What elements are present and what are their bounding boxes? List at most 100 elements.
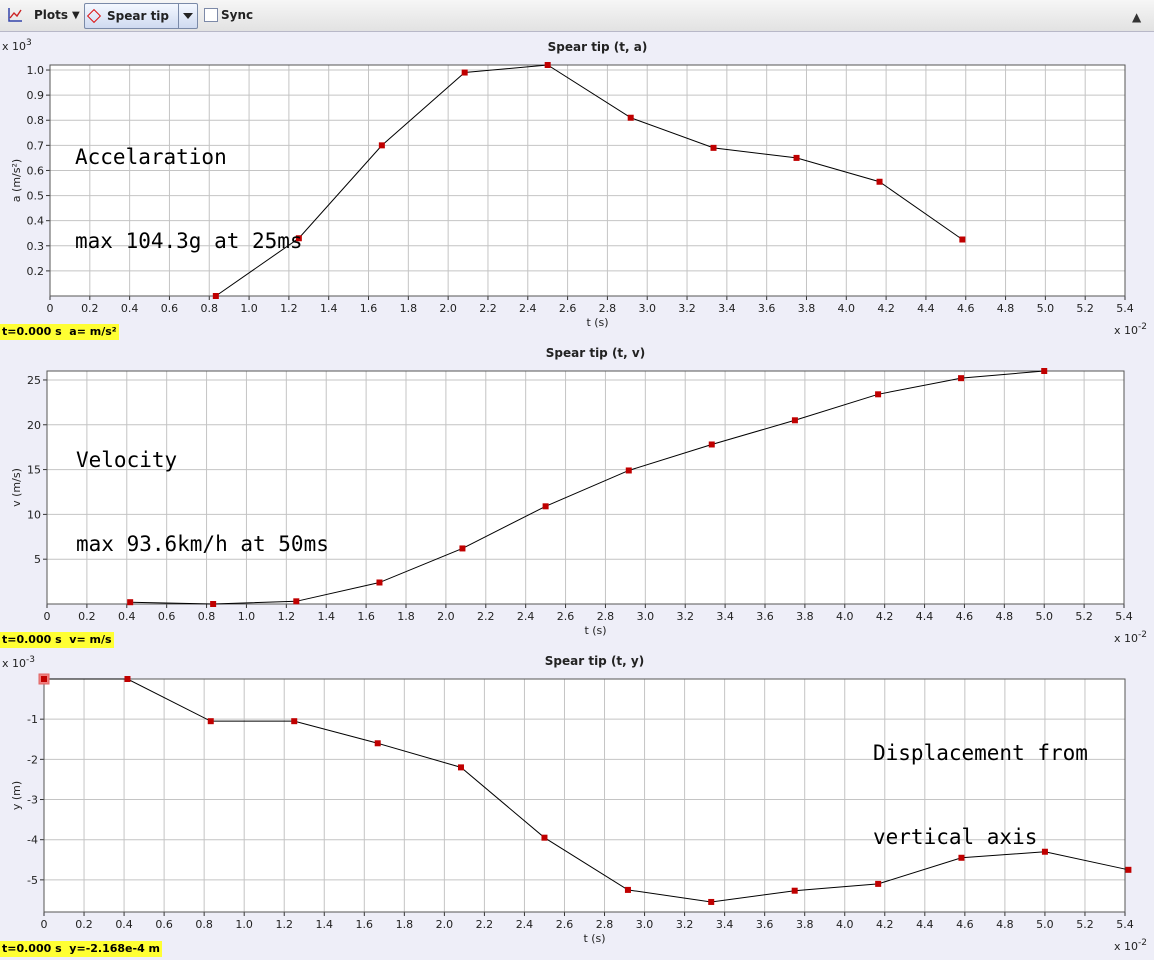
x-tick-label: 2.8 <box>597 610 615 623</box>
data-point <box>708 441 715 448</box>
x-tick-label: 3.4 <box>716 918 734 931</box>
velocity-annotation-line1: Velocity <box>76 448 178 472</box>
x-tick-label: 4.6 <box>957 302 975 315</box>
y-tick-label: 10 <box>27 508 41 521</box>
y-tick-label: 15 <box>27 464 41 477</box>
x-tick-label: 0 <box>47 302 54 315</box>
collapse-up-icon[interactable]: ▲ <box>1132 6 1141 28</box>
x-axis-exponent: x 10-2 <box>1114 322 1147 337</box>
x-tick-label: 3.8 <box>796 918 814 931</box>
x-tick-label: 5.2 <box>1076 302 1094 315</box>
x-tick-label: 3.8 <box>796 610 814 623</box>
track-selector-button[interactable]: Spear tip <box>84 3 198 29</box>
plot-title: Spear tip (t, v) <box>546 346 645 360</box>
y-tick-label: 0.2 <box>27 265 45 278</box>
diamond-track-icon <box>86 8 102 24</box>
track-dropdown-chevron-icon[interactable] <box>178 4 197 28</box>
x-tick-label: 2.6 <box>557 610 575 623</box>
data-point <box>541 834 548 841</box>
x-tick-label: 4.4 <box>916 918 934 931</box>
data-point <box>542 503 549 510</box>
y-tick-label: -5 <box>27 874 38 887</box>
x-tick-label: 3.8 <box>798 302 816 315</box>
plot-axes-icon[interactable] <box>6 4 24 26</box>
checkbox-icon[interactable] <box>204 8 218 22</box>
y-tick-label: 0.9 <box>27 89 45 102</box>
x-tick-label: 2.6 <box>559 302 577 315</box>
data-point <box>875 391 882 398</box>
x-tick-label: 3.4 <box>716 610 734 623</box>
x-tick-label: 4.8 <box>996 918 1014 931</box>
x-tick-label: 3.6 <box>758 302 776 315</box>
velocity-annotation: Velocity max 93.6km/h at 50ms <box>76 390 329 614</box>
y-tick-label: 0.3 <box>27 240 45 253</box>
data-point <box>459 545 466 552</box>
x-tick-label: 4.0 <box>836 610 854 623</box>
x-tick-label: 4.6 <box>956 610 974 623</box>
data-point <box>710 144 717 151</box>
x-tick-label: 5.4 <box>1116 302 1134 315</box>
x-tick-label: 1.8 <box>397 610 415 623</box>
data-point <box>958 375 965 382</box>
x-tick-label: 1.0 <box>235 918 253 931</box>
acceleration-annotation-line1: Accelaration <box>75 145 227 169</box>
displacement-annotation-line2: vertical axis <box>873 825 1038 849</box>
x-tick-label: 4.2 <box>876 918 894 931</box>
x-tick-label: 1.6 <box>356 918 374 931</box>
x-tick-label: 1.4 <box>320 302 338 315</box>
y-axis-label: v (m/s) <box>10 468 23 507</box>
y-axis-label: y (m) <box>10 781 23 810</box>
velocity-readout: t=0.000 s v= m/s <box>0 632 114 648</box>
x-tick-label: 1.6 <box>357 610 375 623</box>
data-point <box>544 62 551 68</box>
x-tick-label: 5.0 <box>1036 918 1054 931</box>
x-tick-label: 5.2 <box>1075 610 1093 623</box>
x-tick-label: 2.2 <box>477 610 495 623</box>
x-tick-label: 3.2 <box>678 302 696 315</box>
y-tick-label: 0.7 <box>27 139 45 152</box>
y-tick-label: 5 <box>34 553 41 566</box>
y-tick-label: -4 <box>27 834 38 847</box>
x-tick-label: 5.4 <box>1116 918 1134 931</box>
x-tick-label: 2.4 <box>517 610 535 623</box>
data-point <box>959 236 966 243</box>
x-tick-label: 3.2 <box>676 610 694 623</box>
sync-label: Sync <box>221 8 254 22</box>
plots-menu-button[interactable]: Plots ▼ <box>34 4 80 26</box>
x-tick-label: 2.8 <box>596 918 614 931</box>
y-tick-label: -1 <box>27 713 38 726</box>
x-tick-label: 2.0 <box>436 918 454 931</box>
data-point <box>624 886 631 893</box>
x-tick-label: 0 <box>41 918 48 931</box>
data-point <box>791 417 798 424</box>
y-axis-exponent: x 10-3 <box>2 655 35 670</box>
data-point <box>791 887 798 894</box>
x-tick-label: 0 <box>44 610 51 623</box>
x-tick-label: 2.4 <box>519 302 537 315</box>
acceleration-annotation: Accelaration max 104.3g at 25ms <box>75 87 303 311</box>
displacement-plot-panel: 0 0.2 0.4 0.6 0.8 1.0 1.2 1.4 1.6 1.8 2.0 2.2 2.4 2.6… <box>0 650 1154 960</box>
x-tick-label: 4.8 <box>997 302 1015 315</box>
sync-checkbox[interactable]: Sync <box>204 4 253 26</box>
x-tick-label: 3.0 <box>637 610 655 623</box>
data-point <box>876 178 883 185</box>
data-point <box>625 467 632 474</box>
data-point <box>41 676 47 682</box>
x-tick-label: 1.8 <box>396 918 414 931</box>
displacement-annotation-line1: Displacement from <box>873 741 1088 765</box>
x-tick-label: 4.4 <box>917 302 935 315</box>
velocity-plot-panel: 0 0.2 0.4 0.6 0.8 1.0 1.2 1.4 1.6 1.8 2.0 2.2 2.4 2.6… <box>0 341 1154 650</box>
x-tick-label: 2.6 <box>556 918 574 931</box>
x-tick-label: 4.2 <box>877 302 895 315</box>
y-axis-exponent: x 103 <box>2 38 32 53</box>
data-point <box>124 676 131 682</box>
x-tick-label: 1.4 <box>316 918 334 931</box>
x-tick-label: 0.4 <box>115 918 133 931</box>
toolbar: Plots ▼ Spear tip Sync ▲ <box>0 0 1154 32</box>
x-tick-label: 2.4 <box>516 918 534 931</box>
x-axis-label: t (s) <box>586 316 608 329</box>
y-axis-label: a (m/s²) <box>10 159 23 202</box>
x-tick-label: 3.6 <box>756 610 774 623</box>
x-axis-label: t (s) <box>584 624 606 637</box>
x-tick-label: 3.4 <box>718 302 736 315</box>
